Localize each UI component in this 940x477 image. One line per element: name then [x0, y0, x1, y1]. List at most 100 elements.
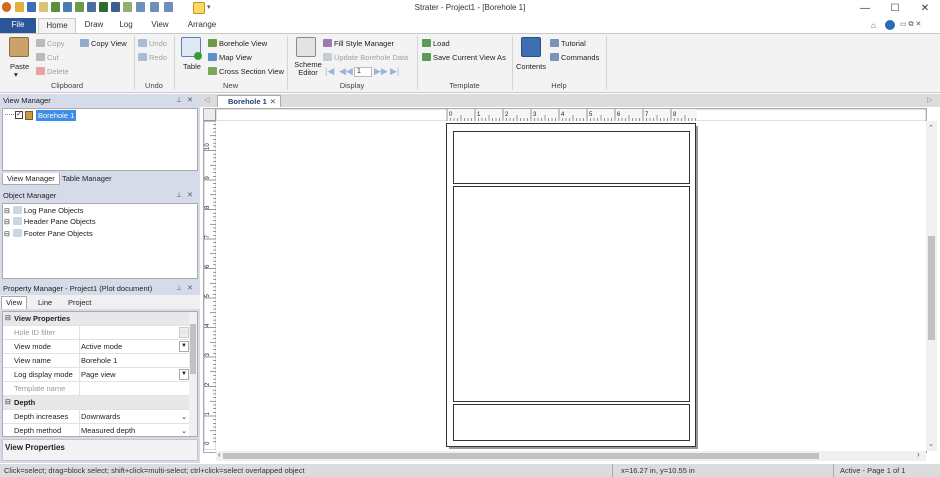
undo-button[interactable]: Undo — [138, 39, 167, 48]
scrollbar-thumb[interactable] — [190, 324, 196, 374]
view-mode-select[interactable]: Active mode — [81, 340, 189, 354]
fill-style-label: Fill Style Manager — [334, 39, 395, 48]
tab-scroll-left-icon[interactable]: ◁ — [204, 96, 209, 104]
close-icon[interactable]: ✕ — [910, 0, 940, 18]
chevron-down-icon[interactable]: ⌄ — [181, 411, 187, 424]
load-template-button[interactable]: Load — [422, 39, 450, 48]
paste-icon[interactable] — [9, 37, 29, 57]
panel-close-icon[interactable]: ✕ — [187, 191, 193, 199]
tab-draw[interactable]: Draw — [80, 18, 108, 33]
cross-section-icon — [208, 67, 217, 75]
view-visible-checkbox[interactable]: ✓ — [15, 111, 23, 119]
log-display-mode-select[interactable]: Page view — [81, 368, 189, 382]
chevron-down-icon[interactable]: ⌄ — [181, 425, 187, 436]
depth-increases-select[interactable]: Downwards — [81, 410, 189, 424]
collapse-icon[interactable]: ⊟ — [5, 396, 11, 409]
doc-window-controls-icon[interactable]: ▭ ⧉ ✕ — [900, 20, 921, 29]
property-row-depth-increases[interactable]: Depth increases Downwards ⌄ — [3, 410, 189, 424]
category-depth[interactable]: ⊟ Depth — [3, 396, 189, 410]
ellipsis-button[interactable]: … — [179, 327, 189, 338]
fill-style-manager-button[interactable]: Fill Style Manager — [323, 39, 394, 48]
borehole-view-button[interactable]: Borehole View — [208, 39, 267, 48]
log-pane[interactable] — [453, 186, 690, 402]
pin-icon[interactable]: ⊥ — [176, 96, 182, 104]
tab-arrange[interactable]: Arrange — [182, 18, 222, 33]
tab-view-manager[interactable]: View Manager — [2, 173, 60, 185]
tab-line[interactable]: Line — [34, 297, 56, 309]
category-view-properties[interactable]: ⊟ View Properties — [3, 312, 189, 326]
chevron-down-icon[interactable]: ▼ — [179, 369, 189, 380]
paste-button[interactable]: Paste — [10, 62, 29, 71]
scheme-editor-icon[interactable] — [296, 37, 316, 57]
cut-button[interactable]: Cut — [36, 53, 59, 62]
help-icon[interactable] — [885, 20, 895, 30]
vertical-scrollbar-thumb[interactable] — [928, 236, 935, 340]
horizontal-ruler: 012345678 — [216, 109, 926, 121]
redo-button[interactable]: Redo — [138, 53, 167, 62]
header-pane[interactable] — [453, 131, 690, 184]
property-row-hole-id-filter[interactable]: Hole ID filter… — [3, 326, 189, 340]
contents-button[interactable]: Contents — [516, 62, 546, 71]
tree-item-header-pane-objects[interactable]: ⊟ Header Pane Objects — [4, 216, 96, 228]
pin-icon[interactable]: ⊥ — [176, 284, 182, 292]
copy-view-button[interactable]: Copy View — [80, 39, 127, 48]
scheme-editor-button[interactable]: Scheme Editor — [294, 61, 322, 77]
scroll-right-icon[interactable]: › — [917, 450, 920, 459]
tab-scroll-right-icon[interactable]: ▷ — [927, 96, 932, 104]
contents-icon[interactable] — [521, 37, 541, 57]
tab-view[interactable]: View — [146, 18, 174, 33]
expand-icon[interactable]: ⊟ — [4, 219, 10, 226]
property-value[interactable] — [81, 326, 189, 340]
cross-section-view-button[interactable]: Cross Section View — [208, 67, 284, 76]
update-borehole-data-button[interactable]: Update Borehole Data — [323, 53, 408, 62]
next-page-icon[interactable]: ▶▶ — [374, 66, 388, 77]
map-view-button[interactable]: Map View — [208, 53, 252, 62]
last-page-icon[interactable]: ▶| — [390, 66, 399, 77]
tutorial-button[interactable]: Tutorial — [550, 39, 586, 48]
document-tab[interactable]: Borehole 1 ✕ — [217, 95, 281, 107]
first-page-icon[interactable]: |◀ — [325, 66, 334, 77]
tab-view[interactable]: View — [1, 296, 28, 309]
property-row-view-mode[interactable]: View mode Active mode ▼ — [3, 340, 189, 354]
scroll-left-icon[interactable]: ‹ — [218, 450, 221, 459]
borehole-view-label: Borehole View — [219, 39, 268, 48]
chevron-down-icon[interactable]: ▼ — [179, 341, 189, 352]
tab-file[interactable]: File — [0, 18, 36, 33]
collapse-icon[interactable]: ⊟ — [5, 312, 11, 325]
panel-close-icon[interactable]: ✕ — [187, 96, 193, 104]
tab-table-manager[interactable]: Table Manager — [58, 173, 116, 185]
save-current-view-button[interactable]: Save Current View As — [422, 53, 506, 62]
expand-icon[interactable]: ⊟ — [4, 208, 10, 215]
view-item-borehole-1[interactable]: Borehole 1 — [36, 110, 77, 121]
footer-pane[interactable] — [453, 404, 690, 441]
delete-button[interactable]: Delete — [36, 67, 69, 76]
tree-item-footer-pane-objects[interactable]: ⊟ Footer Pane Objects — [4, 228, 93, 240]
copy-button[interactable]: Copy — [36, 39, 65, 48]
view-name-input[interactable]: Borehole 1 — [81, 354, 189, 368]
ribbon-collapse-icon[interactable]: ⌂ — [871, 21, 876, 30]
page-number-input[interactable]: 1 — [354, 67, 372, 77]
property-row-template-name[interactable]: Template name — [3, 382, 189, 396]
tab-project[interactable]: Project — [64, 297, 95, 309]
depth-method-select[interactable]: Measured depth — [81, 424, 189, 436]
paste-dropdown-icon[interactable]: ▾ — [14, 70, 18, 79]
panel-close-icon[interactable]: ✕ — [187, 284, 193, 292]
property-row-depth-method[interactable]: Depth method Measured depth ⌄ — [3, 424, 189, 436]
previous-page-icon[interactable]: ◀◀ — [339, 66, 353, 77]
scroll-down-icon[interactable]: ⌄ — [928, 440, 934, 448]
horizontal-scrollbar-thumb[interactable] — [223, 453, 819, 459]
pin-icon[interactable]: ⊥ — [176, 191, 182, 199]
tab-log[interactable]: Log — [113, 18, 139, 33]
scroll-up-icon[interactable]: ⌃ — [928, 124, 934, 132]
expand-icon[interactable]: ⊟ — [4, 231, 10, 238]
minimize-icon[interactable]: — — [850, 0, 880, 18]
tab-close-icon[interactable]: ✕ — [270, 96, 276, 107]
property-row-view-name[interactable]: View name Borehole 1 — [3, 354, 189, 368]
property-value[interactable] — [81, 382, 189, 396]
table-button[interactable]: Table — [183, 62, 201, 71]
maximize-icon[interactable]: ☐ — [880, 0, 910, 18]
tab-home[interactable]: Home — [38, 18, 76, 34]
commands-button[interactable]: Commands — [550, 53, 599, 62]
property-row-log-display-mode[interactable]: Log display mode Page view ▼ — [3, 368, 189, 382]
tree-item-label: Header Pane Objects — [23, 217, 96, 226]
